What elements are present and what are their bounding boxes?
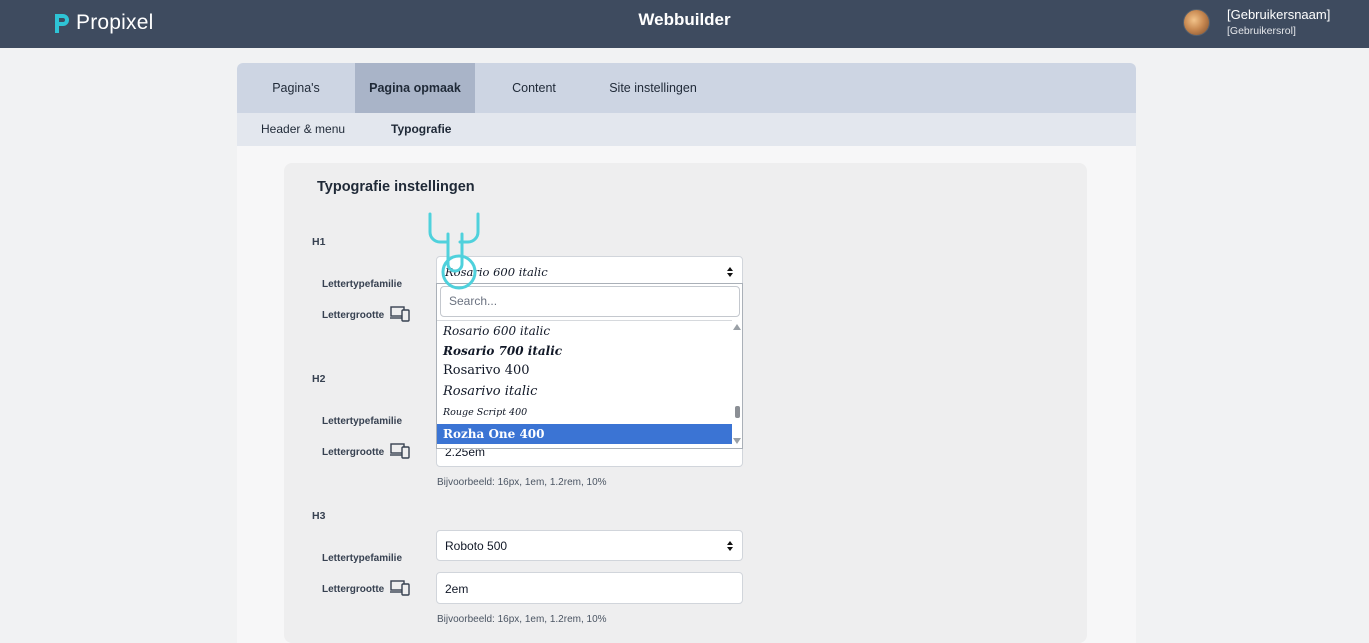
h1-size-label: Lettergrootte — [322, 310, 385, 321]
h3-size-label: Lettergrootte — [322, 584, 385, 595]
tab-content[interactable]: Content — [475, 63, 593, 113]
responsive-devices-icon[interactable] — [390, 580, 410, 596]
app-title: Webbuilder — [638, 10, 731, 29]
subtab-header-menu[interactable]: Header & menu — [261, 113, 345, 146]
select-arrows-icon — [727, 541, 733, 551]
scroll-thumb[interactable] — [735, 406, 740, 418]
scroll-up-icon[interactable] — [733, 324, 741, 330]
user-name[interactable]: [Gebruikersnaam] — [1227, 7, 1330, 22]
dropdown-option[interactable]: Rosarivo italic — [437, 382, 733, 402]
h2-size-label: Lettergrootte — [322, 447, 385, 458]
dropdown-option[interactable]: Rosarivo 400 — [437, 361, 733, 381]
hand-cursor-icon — [428, 212, 480, 290]
h1-family-label: Lettertypefamilie — [322, 279, 403, 290]
dropdown-scrollbar[interactable] — [732, 320, 742, 448]
scroll-down-icon[interactable] — [733, 438, 741, 444]
dropdown-option-selected[interactable]: Rozha One 400 — [437, 424, 733, 444]
h1-label: H1 — [312, 236, 326, 248]
main-tabs: Pagina's Pagina opmaak Content Site inst… — [237, 63, 1136, 113]
responsive-devices-icon[interactable] — [390, 306, 410, 322]
dropdown-option[interactable]: Rouge Script 400 — [437, 403, 733, 423]
h3-size-input[interactable]: 2em — [436, 572, 743, 604]
h3-font-select[interactable]: Roboto 500 — [436, 530, 743, 561]
h2-size-hint: Bijvoorbeeld: 16px, 1em, 1.2rem, 10% — [437, 477, 607, 488]
h2-family-label: Lettertypefamilie — [322, 416, 403, 427]
dropdown-option[interactable]: Rosario 600 italic — [437, 321, 733, 341]
font-dropdown: Search... Rosario 600 italic Rosario 700… — [436, 283, 743, 449]
tab-pagina-opmaak[interactable]: Pagina opmaak — [355, 63, 475, 113]
h3-label: H3 — [312, 510, 326, 522]
panel-title: Typografie instellingen — [317, 179, 475, 195]
h2-label: H2 — [312, 373, 326, 385]
top-bar: Propixel Webbuilder [Gebruikersnaam] [Ge… — [0, 0, 1369, 48]
tab-site-instellingen[interactable]: Site instellingen — [593, 63, 713, 113]
dropdown-options: Rosario 600 italic Rosario 700 italic Ro… — [437, 320, 742, 448]
tab-paginas[interactable]: Pagina's — [237, 63, 355, 113]
responsive-devices-icon[interactable] — [390, 443, 410, 459]
subtab-typografie[interactable]: Typografie — [391, 113, 451, 146]
h3-family-label: Lettertypefamilie — [322, 553, 403, 564]
h3-font-value: Roboto 500 — [445, 539, 508, 553]
h3-size-hint: Bijvoorbeeld: 16px, 1em, 1.2rem, 10% — [437, 614, 607, 625]
user-role: [Gebruikersrol] — [1227, 25, 1296, 37]
dropdown-option[interactable]: Rosario 700 italic — [437, 341, 733, 361]
select-arrows-icon — [727, 267, 733, 277]
sub-tabs: Header & menu Typografie — [237, 113, 1136, 146]
user-avatar[interactable] — [1183, 9, 1210, 36]
